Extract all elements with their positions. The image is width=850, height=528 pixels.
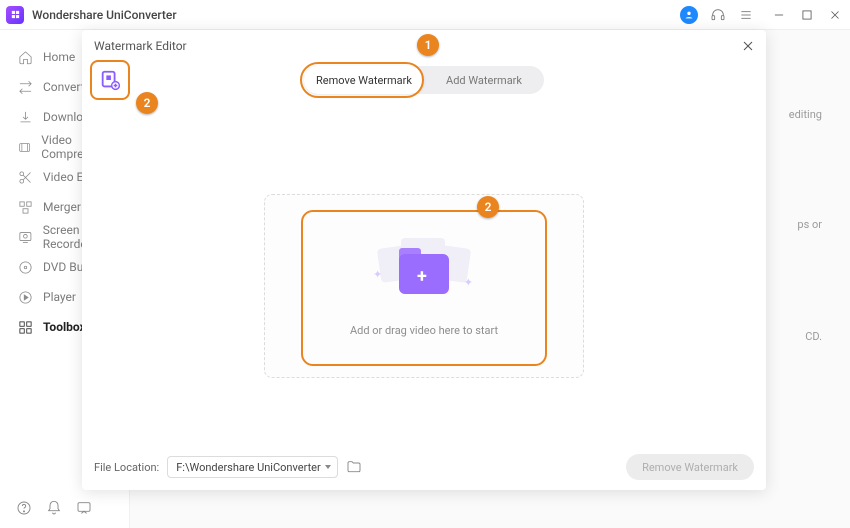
drop-zone[interactable]: + ✦✦ Add or drag video here to start [301,210,547,366]
sidebar-item-label: Merger [43,200,81,214]
bg-text-snippet: editing [789,108,822,121]
modal-close-button[interactable] [740,38,756,54]
remove-watermark-button[interactable]: Remove Watermark [626,454,754,480]
window-close-button[interactable] [828,8,842,22]
watermark-mode-segmented: Remove Watermark Add Watermark [304,66,544,94]
app-title: Wondershare UniConverter [32,8,177,22]
annotation-callout-2b: 2 [477,196,499,218]
drop-zone-text: Add or drag video here to start [350,324,498,337]
sidebar-item-label: Player [43,290,76,304]
bell-icon[interactable] [46,500,62,516]
bg-text-snippet: CD. [805,330,822,343]
app-logo [6,6,24,24]
window-maximize-button[interactable] [800,8,814,22]
open-folder-icon[interactable] [346,459,362,475]
add-video-folder-icon: + ✦✦ [379,240,469,306]
tab-remove-watermark[interactable]: Remove Watermark [304,66,424,94]
file-location-select[interactable]: F:\Wondershare UniConverter [167,456,338,478]
modal-title: Watermark Editor [94,39,187,53]
file-location-label: File Location: [94,461,159,474]
add-file-button[interactable] [90,60,130,100]
sidebar-item-label: Home [43,50,75,64]
watermark-editor-modal: Watermark Editor Remove Watermark Add Wa… [82,30,766,490]
sidebar-item-label: Toolbox [43,320,86,334]
hamburger-menu-icon[interactable] [738,7,754,23]
headset-icon[interactable] [710,7,726,23]
window-minimize-button[interactable] [772,8,786,22]
tab-add-watermark[interactable]: Add Watermark [424,66,544,94]
sidebar-footer [0,490,129,528]
bg-text-snippet: ps or [797,218,822,231]
feedback-icon[interactable] [76,500,92,516]
annotation-callout-2a: 2 [136,92,158,114]
user-avatar[interactable] [680,6,698,24]
help-icon[interactable] [16,500,32,516]
annotation-callout-1: 1 [417,34,439,56]
title-bar: Wondershare UniConverter [0,0,850,30]
